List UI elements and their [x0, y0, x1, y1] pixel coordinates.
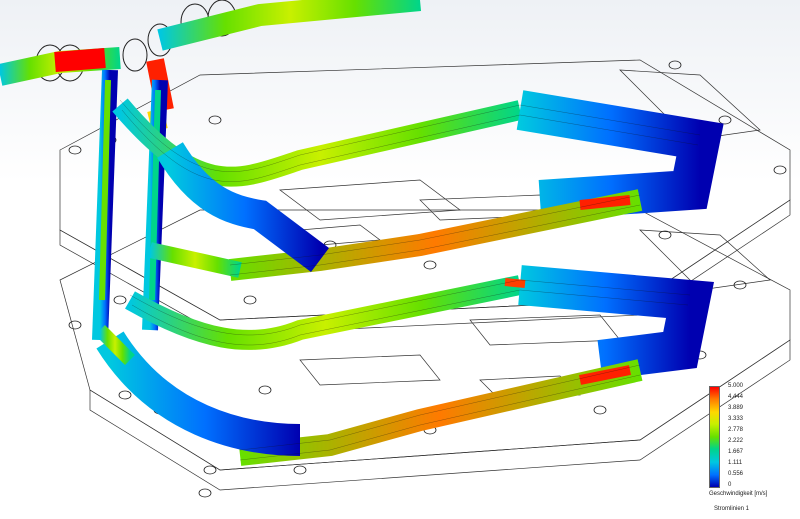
flow-simulation-render [0, 0, 791, 498]
legend-tick: 1.111 [728, 460, 743, 466]
legend-tick: 0.556 [728, 471, 744, 477]
colorbar [709, 386, 720, 488]
legend-tick: 2.778 [728, 427, 744, 433]
legend-study-label: Stromlinien 1 [714, 506, 750, 512]
legend-tick: 5.000 [728, 383, 744, 389]
legend-unit-label: Geschwindigkeit [m/s] [709, 491, 768, 497]
legend-tick: 0 [728, 482, 732, 488]
legend-tick: 4.444 [728, 394, 744, 400]
simulation-viewport[interactable]: 5.000 4.444 3.889 3.333 2.778 2.222 1.66… [0, 0, 800, 519]
legend-tick: 3.333 [728, 416, 744, 422]
legend-tick: 2.222 [728, 438, 744, 444]
lower-flow-loop [95, 265, 714, 466]
outlet-pipe-flow [146, 0, 422, 132]
legend-tick: 3.889 [728, 405, 744, 411]
velocity-legend: 5.000 4.444 3.889 3.333 2.778 2.222 1.66… [706, 380, 796, 515]
upper-flow-loop [112, 90, 724, 281]
legend-tick: 1.667 [728, 449, 744, 455]
